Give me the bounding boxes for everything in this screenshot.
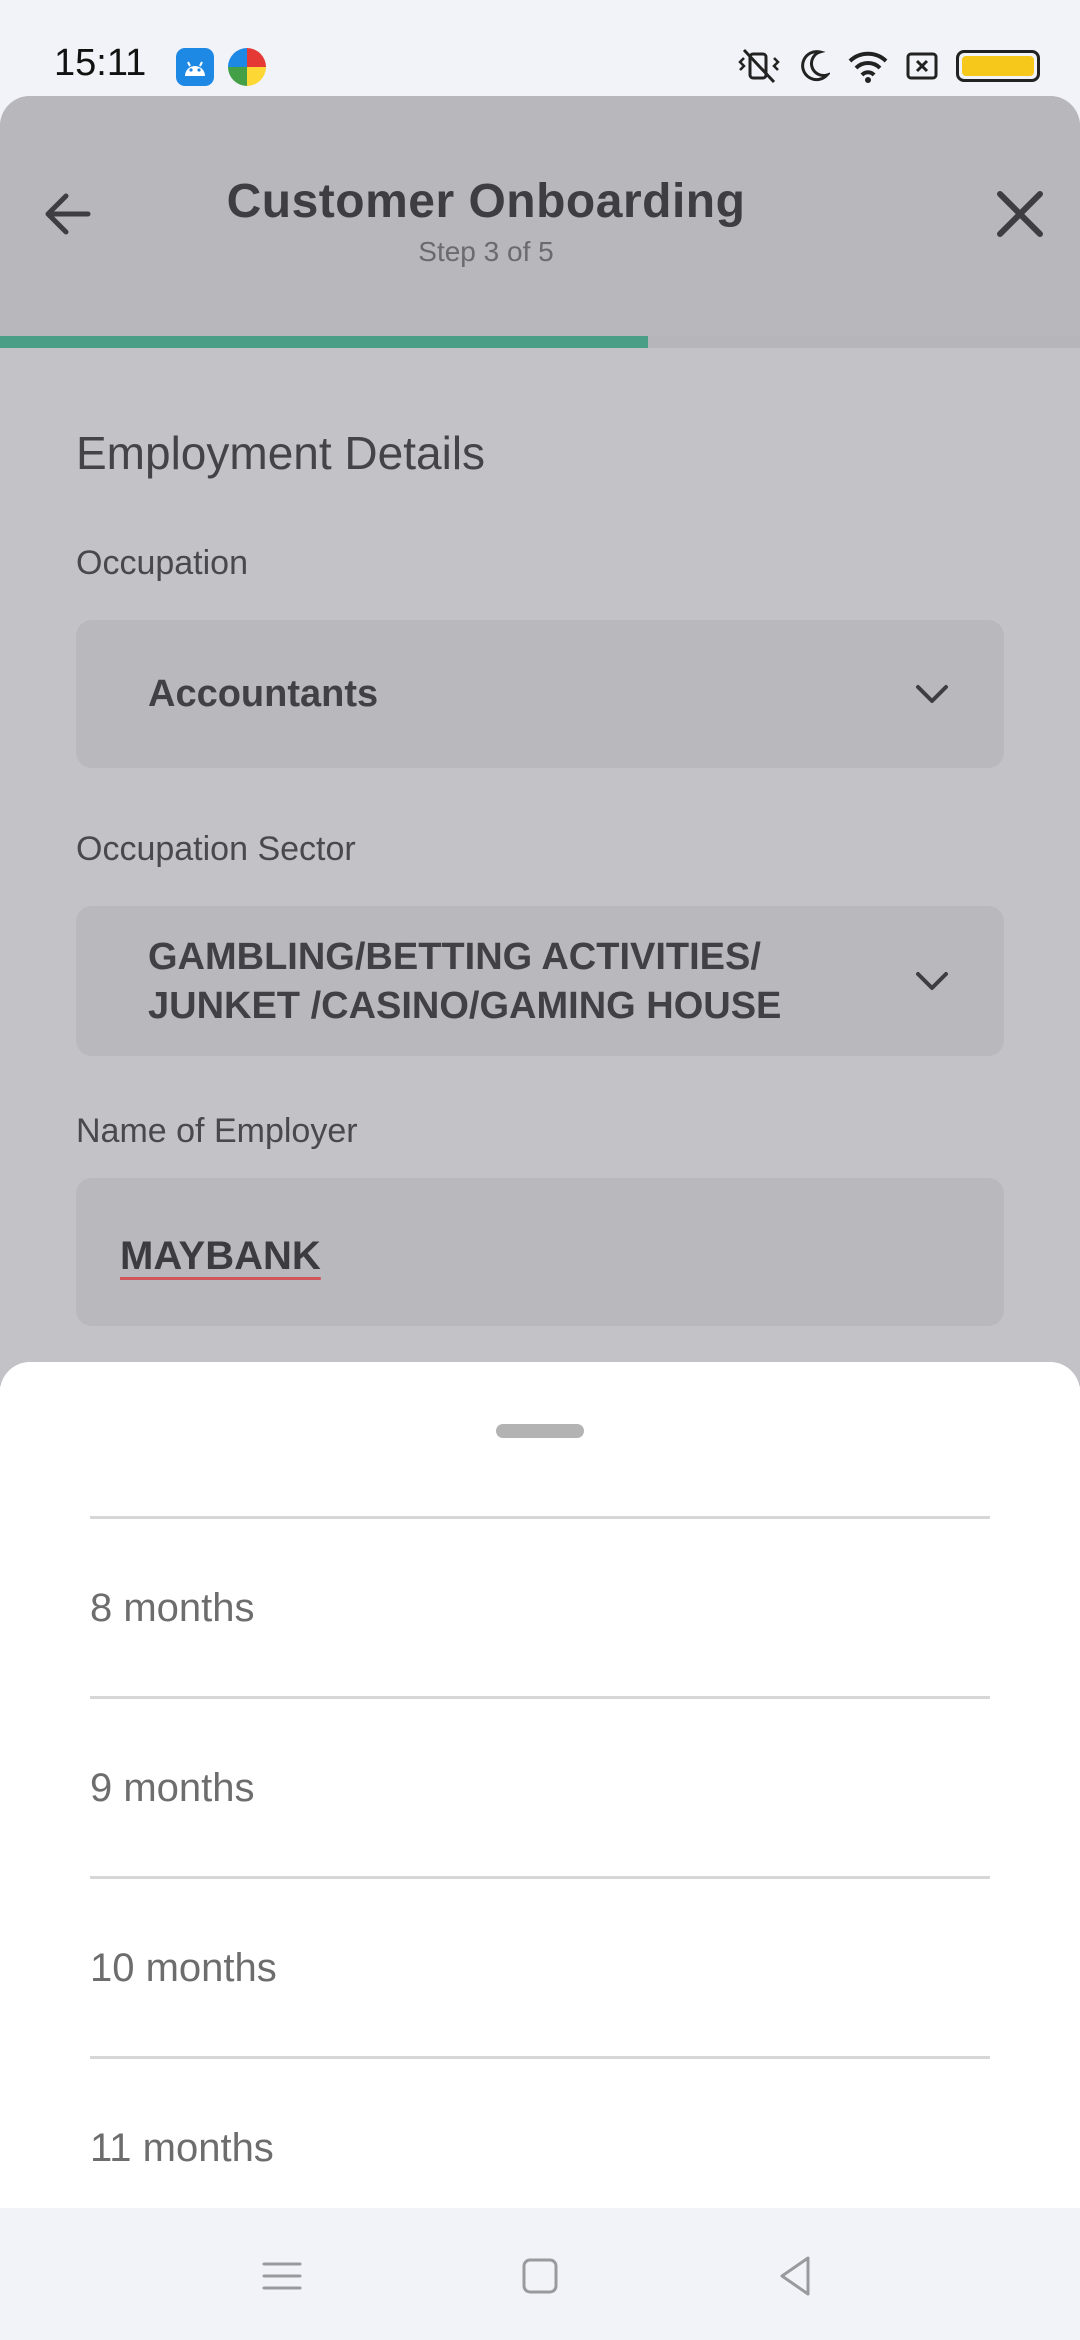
android-icon [176,48,214,86]
option-11-months[interactable]: 11 months [90,2059,990,2208]
close-icon[interactable] [990,184,1050,244]
occupation-value: Accountants [148,673,379,715]
page-title: Customer Onboarding [226,175,746,228]
employer-value: MAYBANK [120,1234,321,1278]
status-icons [736,46,1040,86]
option-9-months[interactable]: 9 months [90,1699,990,1877]
occupation-label: Occupation [76,544,248,582]
occupation-sector-value-line1: GAMBLING/BETTING ACTIVITIES/ [148,936,761,978]
option-8-months[interactable]: 8 months [90,1519,990,1697]
section-title: Employment Details [76,427,486,479]
moon-icon [801,50,830,82]
duration-bottom-sheet: 8 months 9 months 10 months 11 months [0,1362,1080,2208]
system-nav-bar [0,2208,1080,2340]
vibrate-mute-icon [738,48,780,84]
browser-icon [228,48,266,86]
option-label: 11 months [90,2126,274,2170]
status-bar: 15:11 [0,0,1080,96]
sim-icon [906,52,938,80]
onboarding-screen: Customer Onboarding Step 3 of 5 Employme… [0,96,1080,1386]
chevron-down-icon [916,685,948,703]
home-icon[interactable] [516,2252,564,2300]
option-10-months[interactable]: 10 months [90,1879,990,2057]
employer-input[interactable]: MAYBANK [76,1178,1004,1326]
wifi-icon [848,51,888,83]
option-label: 9 months [90,1766,255,1810]
menu-icon[interactable] [258,2252,306,2300]
sheet-drag-handle[interactable] [496,1424,584,1438]
app-bar: Customer Onboarding Step 3 of 5 [0,96,1080,336]
progress-fill [0,336,648,348]
occupation-dropdown[interactable]: Accountants [76,620,1004,768]
employer-label: Name of Employer [76,1112,358,1150]
option-label: 8 months [90,1586,255,1630]
battery-icon [956,50,1040,82]
occupation-sector-dropdown[interactable]: GAMBLING/BETTING ACTIVITIES/ JUNKET /CAS… [76,906,1004,1056]
step-indicator: Step 3 of 5 [418,236,554,267]
back-icon[interactable] [772,2252,820,2300]
progress-bar [0,336,1080,348]
occupation-sector-label: Occupation Sector [76,830,356,868]
chevron-down-icon [916,972,948,990]
option-label: 10 months [90,1946,277,1990]
occupation-sector-value-line2: JUNKET /CASINO/GAMING HOUSE [148,985,782,1027]
status-time: 15:11 [54,42,147,84]
